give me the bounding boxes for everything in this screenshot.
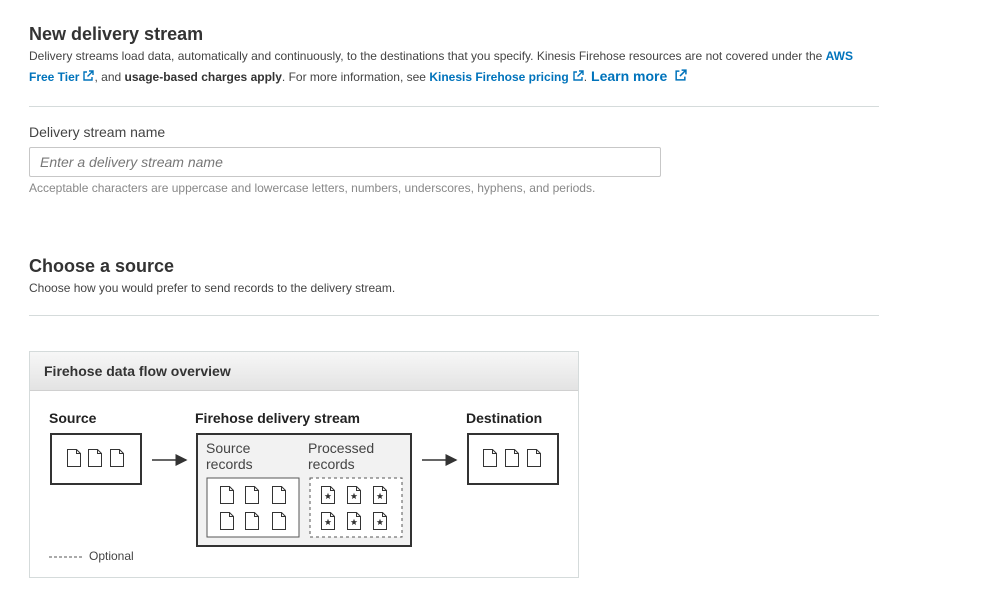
destination-docs xyxy=(483,449,541,467)
desc-middle: , and xyxy=(94,70,125,84)
delivery-title: New delivery stream xyxy=(29,24,204,44)
legend-optional-label: Optional xyxy=(89,549,134,563)
delivery-stream-name-label: Delivery stream name xyxy=(29,124,166,140)
delivery-description: Delivery streams load data, automaticall… xyxy=(29,46,879,87)
learn-more-label: Learn more xyxy=(591,68,668,84)
data-flow-diagram xyxy=(49,433,559,558)
data-flow-overview-panel: Firehose data flow overview Source Fireh… xyxy=(29,351,579,578)
desc-more: . For more information, see xyxy=(281,70,430,84)
desc-end: . xyxy=(583,70,588,84)
delivery-stream-name-hint: Acceptable characters are uppercase and … xyxy=(29,181,596,195)
learn-more-link[interactable]: Learn more xyxy=(591,68,687,84)
source-description: Choose how you would prefer to send reco… xyxy=(29,281,396,295)
stream-label: Firehose delivery stream xyxy=(195,410,360,426)
source-label: Source xyxy=(49,410,97,426)
external-link-icon xyxy=(572,70,584,81)
source-records-label: Source records xyxy=(206,440,253,472)
destination-label: Destination xyxy=(466,410,543,426)
delivery-stream-name-input[interactable] xyxy=(29,147,661,177)
processed-records-label: Processed records xyxy=(308,440,375,472)
section-divider xyxy=(29,106,879,107)
source-title: Choose a source xyxy=(29,256,175,276)
usage-charges-text: usage-based charges apply xyxy=(124,70,282,84)
external-link-icon xyxy=(675,69,687,81)
desc-prefix: Delivery streams load data, automaticall… xyxy=(29,49,826,63)
external-link-icon xyxy=(83,70,95,81)
pricing-link-label: Kinesis Firehose pricing xyxy=(429,70,569,84)
section-divider xyxy=(29,315,879,316)
pricing-link[interactable]: Kinesis Firehose pricing xyxy=(429,70,584,84)
source-docs xyxy=(67,449,124,467)
